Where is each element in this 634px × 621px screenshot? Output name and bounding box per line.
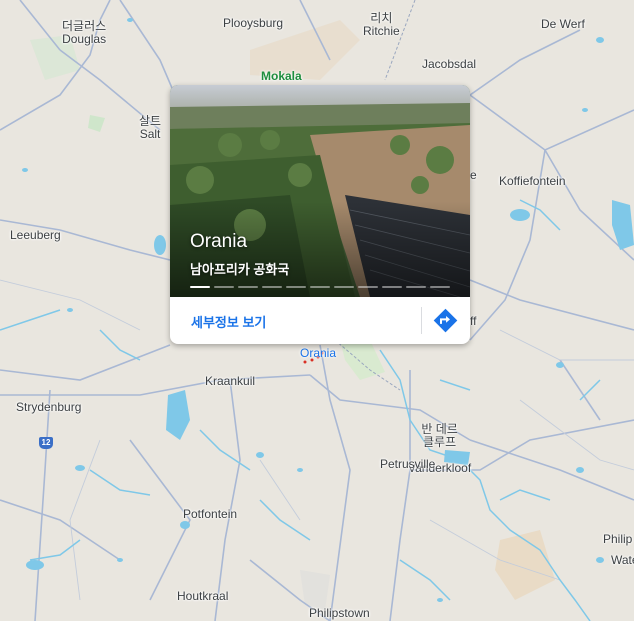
- town-label-plooysburg[interactable]: Plooysburg: [223, 17, 283, 30]
- town-name: Strydenburg: [16, 400, 82, 414]
- directions-icon[interactable]: [432, 307, 459, 334]
- carousel-dot[interactable]: [214, 286, 234, 288]
- town-label-petrusville[interactable]: Petrusville: [380, 458, 435, 471]
- town-label-de-werf[interactable]: De Werf: [541, 18, 585, 31]
- town-name: De Werf: [541, 17, 585, 31]
- town-name: Potfontein: [183, 507, 238, 521]
- town-label-jacobsdal[interactable]: Jacobsdal: [422, 58, 476, 71]
- town-label-philip-edge[interactable]: Philip: [603, 533, 632, 546]
- card-footer: 세부정보 보기: [170, 297, 470, 344]
- town-label-leeuberg[interactable]: Leeuberg: [10, 229, 61, 242]
- place-title: Orania: [190, 231, 248, 252]
- town-name: Kraankuil: [205, 374, 256, 388]
- town-name: Koffiefontein: [499, 174, 566, 188]
- selected-place-label[interactable]: Orania: [300, 346, 336, 360]
- carousel-dot[interactable]: [430, 286, 450, 288]
- carousel-dot[interactable]: [334, 286, 354, 288]
- town-label-ritchie[interactable]: 리치 Ritchie: [363, 12, 400, 38]
- town-label-partial-e[interactable]: e: [470, 169, 477, 182]
- carousel-dot[interactable]: [358, 286, 378, 288]
- town-name: Petrusville: [380, 457, 436, 471]
- town-label-potfontein[interactable]: Potfontein: [183, 508, 237, 521]
- carousel-dot[interactable]: [190, 286, 210, 288]
- place-subtitle: 남아프리카 공화국: [190, 262, 290, 277]
- carousel-dot[interactable]: [406, 286, 426, 288]
- town-name: Salt: [139, 127, 161, 141]
- town-label-wate-edge[interactable]: Wate: [611, 554, 634, 567]
- carousel-dot[interactable]: [262, 286, 282, 288]
- town-label-partial-ff[interactable]: ff: [470, 315, 476, 328]
- town-label-douglas[interactable]: 더글러스 Douglas: [62, 20, 106, 46]
- town-name: Jacobsdal: [422, 57, 477, 71]
- town-name: Leeuberg: [10, 228, 61, 242]
- town-name: Plooysburg: [223, 16, 284, 30]
- town-label-koffiefontein[interactable]: Koffiefontein: [499, 175, 566, 188]
- town-name: Douglas: [62, 32, 107, 46]
- town-name: Houtkraal: [177, 589, 229, 603]
- carousel-dot[interactable]: [286, 286, 306, 288]
- town-label-kraankuil[interactable]: Kraankuil: [205, 375, 255, 388]
- town-name: ff: [470, 314, 477, 328]
- town-name: Philip: [603, 532, 633, 546]
- town-label-salt[interactable]: 살트 Salt: [139, 115, 161, 141]
- park-label-mokala[interactable]: Mokala: [261, 69, 302, 83]
- town-label-philipstown[interactable]: Philipstown: [309, 607, 370, 620]
- route-shield-icon: 12: [39, 437, 53, 449]
- carousel-dot[interactable]: [310, 286, 330, 288]
- view-details-link[interactable]: 세부정보 보기: [191, 312, 266, 331]
- town-name: Philipstown: [309, 606, 370, 620]
- town-name: Wate: [611, 553, 634, 567]
- town-name: e: [470, 168, 477, 182]
- town-label-houtkraal[interactable]: Houtkraal: [177, 590, 228, 603]
- carousel-dot[interactable]: [238, 286, 258, 288]
- place-card[interactable]: Orania 남아프리카 공화국 세부정보 보기: [170, 85, 470, 344]
- town-korean-name: 반 데르 클루프: [421, 422, 458, 449]
- footer-divider: [421, 307, 422, 334]
- town-name: Ritchie: [363, 24, 400, 38]
- town-label-strydenburg[interactable]: Strydenburg: [16, 401, 81, 414]
- photo-carousel-indicator: [190, 286, 450, 288]
- carousel-dot[interactable]: [382, 286, 402, 288]
